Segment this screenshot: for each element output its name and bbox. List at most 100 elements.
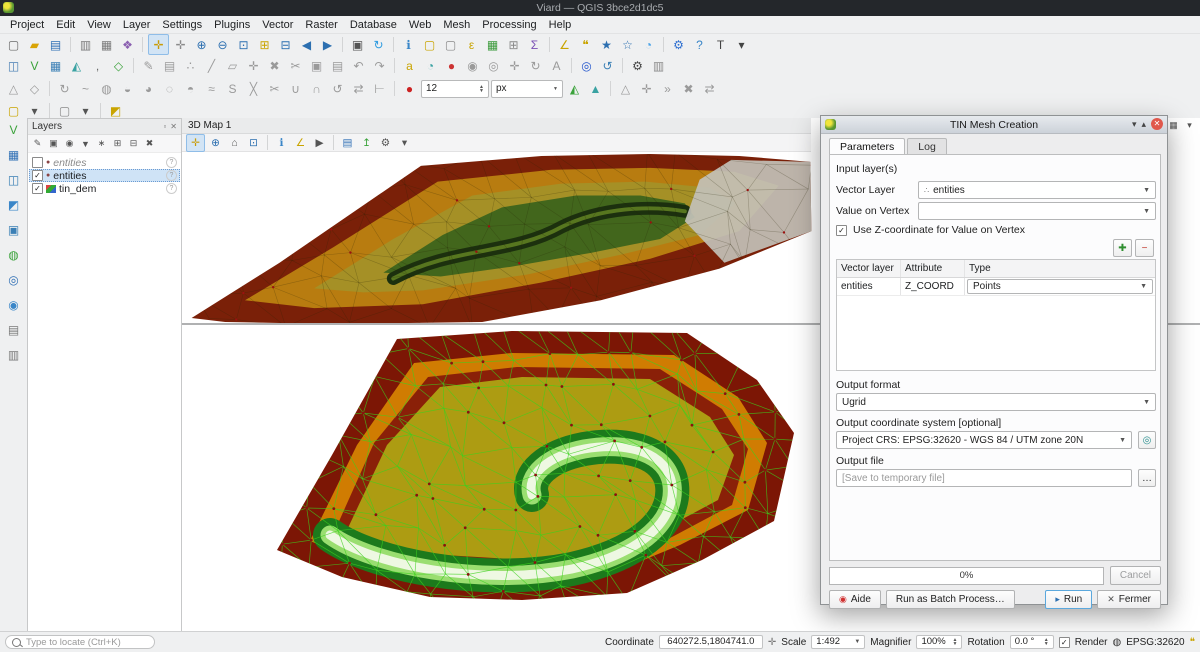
save-layer-edits-icon[interactable]: ▤ [160, 56, 179, 75]
tab-log[interactable]: Log [907, 138, 947, 155]
add-mesh-layer-icon[interactable]: ◭ [67, 56, 86, 75]
rotation-spinbox[interactable]: 0.0 ° ▲▼ [1010, 635, 1054, 649]
toggle-editing-icon[interactable]: ✎ [139, 56, 158, 75]
fill-ring-icon[interactable]: ◕ [139, 79, 158, 98]
value-on-vertex-combo[interactable]: ▼ [918, 202, 1156, 220]
crs-status-label[interactable]: EPSG:32620 [1126, 637, 1184, 648]
map3d-titlebar[interactable]: 3D Map 1 [182, 118, 811, 134]
statistical-summary-icon[interactable]: Σ [525, 35, 544, 54]
mesh-digitizing-icon[interactable]: ◭ [565, 79, 584, 98]
manage-map-themes-icon[interactable]: ◉ [62, 136, 77, 151]
layer-row[interactable]: ✓●entities? [29, 169, 180, 182]
zoom-full-icon[interactable]: ⊡ [234, 35, 253, 54]
options-3d-dropdown-icon[interactable]: ▾ [396, 135, 413, 151]
vector-layer-combo[interactable]: ∴ entities ▼ [918, 181, 1156, 199]
menu-layer[interactable]: Layer [117, 18, 157, 32]
zoom-full-3d-icon[interactable]: ⊡ [245, 135, 262, 151]
dialog-chevron-down-icon[interactable]: ▾ [1132, 119, 1137, 130]
symbol-color-tool-icon[interactable]: ● [400, 79, 419, 98]
measure-3d-icon[interactable]: ∠ [292, 135, 309, 151]
batch-process-button[interactable]: Run as Batch Process… [886, 590, 1015, 609]
refresh-map-icon[interactable]: ↻ [369, 35, 388, 54]
pan-map-icon[interactable]: ✛ [148, 34, 169, 55]
dialog-titlebar[interactable]: TIN Mesh Creation ▾ ▴ ✕ [821, 116, 1167, 134]
paste-features-icon[interactable]: ▤ [328, 56, 347, 75]
add-vector-layer-side-icon[interactable]: ▦ [4, 145, 24, 165]
add-wms-layer-icon[interactable]: ◍ [4, 245, 24, 265]
zoom-3d-icon[interactable]: ⊕ [207, 135, 224, 151]
scale-feature-icon[interactable]: » [658, 79, 677, 98]
add-postgis-layer-icon[interactable]: ◩ [4, 195, 24, 215]
add-part-icon[interactable]: ◒ [118, 79, 137, 98]
menu-mesh[interactable]: Mesh [437, 18, 476, 32]
osm-download-icon[interactable]: ↺ [598, 56, 617, 75]
layer-labeling-icon[interactable]: a [400, 56, 419, 75]
new-3d-map-view-icon[interactable]: ▣ [348, 35, 367, 54]
pan-3d-icon[interactable]: ✛ [186, 134, 205, 152]
messages-icon[interactable]: ❝ [1190, 637, 1195, 648]
cut-features-icon[interactable]: ✂ [286, 56, 305, 75]
identify-features-icon[interactable]: ℹ [399, 35, 418, 54]
spin-arrows-icon[interactable]: ▲▼ [479, 85, 484, 93]
close-dialog-button[interactable]: ✕ Fermer [1097, 590, 1161, 609]
panel-close-icon[interactable]: ✕ [170, 122, 177, 131]
redo-icon[interactable]: ↷ [370, 56, 389, 75]
zoom-to-layer-icon[interactable]: ⊟ [276, 35, 295, 54]
annotation-dropdown-icon[interactable]: ▾ [732, 35, 751, 54]
menu-settings[interactable]: Settings [156, 18, 208, 32]
extent-icon[interactable]: ✛ [768, 637, 776, 648]
new-geopackage-layer-icon[interactable]: ◇ [109, 56, 128, 75]
select-rectangle-icon[interactable]: ▢ [4, 101, 23, 120]
add-xyz-layer-icon[interactable]: ▤ [4, 320, 24, 340]
field-calculator-icon[interactable]: ⊞ [504, 35, 523, 54]
offset-point-symbols-icon[interactable]: ⇄ [349, 79, 368, 98]
new-virtual-layer-icon[interactable]: V [4, 120, 24, 140]
map3d-view[interactable] [182, 152, 817, 323]
menu-plugins[interactable]: Plugins [208, 18, 256, 32]
collapse-all-icon[interactable]: ⊟ [126, 136, 141, 151]
panel-menu-icon[interactable]: ▾ [1183, 119, 1196, 132]
browse-file-button[interactable]: … [1138, 469, 1156, 487]
show-bookmarks-icon[interactable]: ☆ [618, 35, 637, 54]
crs-status-icon[interactable]: ◍ [1113, 637, 1122, 648]
add-mssql-layer-icon[interactable]: ▣ [4, 220, 24, 240]
menu-web[interactable]: Web [403, 18, 437, 32]
symbol-size-spinbox[interactable]: 12 ▲▼ [421, 80, 489, 98]
measure-line-icon[interactable]: ∠ [555, 35, 574, 54]
save-project-icon[interactable]: ▤ [46, 35, 65, 54]
zoom-next-icon[interactable]: ▶ [318, 35, 337, 54]
render-checkbox[interactable]: ✓ [1059, 637, 1070, 648]
add-line-feature-icon[interactable]: ╱ [202, 56, 221, 75]
home-3d-icon[interactable]: ⌂ [226, 135, 243, 151]
use-z-checkbox[interactable]: ✓ [836, 225, 847, 236]
add-delimited-text-layer-icon[interactable]: , [88, 56, 107, 75]
layer-visibility-checkbox[interactable]: ✓ [32, 183, 43, 194]
show-panel-icon[interactable]: ▥ [649, 56, 668, 75]
layout-manager-icon[interactable]: ▦ [97, 35, 116, 54]
copy-move-feature-icon[interactable]: ⇄ [700, 79, 719, 98]
filter-legend-icon[interactable]: ▼ [78, 136, 93, 151]
select-by-expression-icon[interactable]: ε [462, 35, 481, 54]
magnifier-spinbox[interactable]: 100% ▲▼ [916, 635, 962, 649]
merge-features-icon[interactable]: ∪ [286, 79, 305, 98]
vertex-tool-icon[interactable]: ✛ [244, 56, 263, 75]
add-polygon-feature-icon[interactable]: ▱ [223, 56, 242, 75]
delete-part-icon[interactable]: ◓ [181, 79, 200, 98]
reshape-features-icon[interactable]: S [223, 79, 242, 98]
remove-layer-icon[interactable]: ✖ [142, 136, 157, 151]
construction-mode-icon[interactable]: ◇ [25, 79, 44, 98]
locate-input[interactable]: Type to locate (Ctrl+K) [5, 635, 155, 649]
cancel-button[interactable]: Cancel [1110, 566, 1161, 585]
scale-combo[interactable]: 1:492 ▼ [811, 635, 865, 649]
attribute-table-icon[interactable]: ▦ [483, 35, 502, 54]
menu-raster[interactable]: Raster [299, 18, 343, 32]
export-3d-icon[interactable]: ↥ [358, 135, 375, 151]
type-combo[interactable]: Points▼ [967, 279, 1153, 294]
data-source-manager-icon[interactable]: ◫ [4, 56, 23, 75]
change-label-icon[interactable]: A [547, 56, 566, 75]
play-animation-icon[interactable]: ▶ [311, 135, 328, 151]
menu-help[interactable]: Help [543, 18, 578, 32]
remove-row-button[interactable]: − [1135, 239, 1154, 257]
filter-by-expression-icon[interactable]: ∗ [94, 136, 109, 151]
select-mesh-elements-icon[interactable]: △ [616, 79, 635, 98]
